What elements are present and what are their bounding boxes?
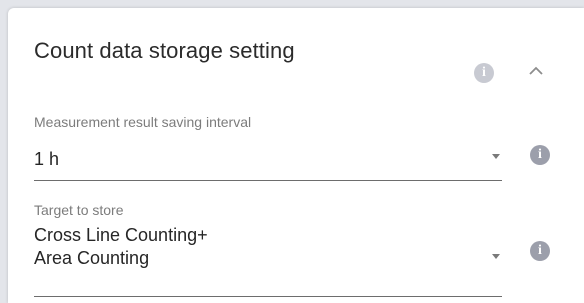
count-data-storage-panel: Count data storage setting i Measurement… — [8, 8, 584, 303]
target-to-store-label: Target to store — [34, 202, 124, 218]
saving-interval-label: Measurement result saving interval — [34, 114, 252, 130]
info-icon[interactable]: i — [530, 241, 550, 261]
saving-interval-select[interactable]: Measurement result saving interval 1 h — [34, 112, 502, 181]
target-to-store-value-line1: Cross Line Counting+ — [34, 225, 208, 245]
target-to-store-select[interactable]: Target to store Cross Line Counting+ Are… — [34, 200, 502, 297]
chevron-up-icon[interactable] — [525, 60, 547, 82]
panel-title: Count data storage setting — [34, 38, 295, 63]
info-icon[interactable]: i — [530, 145, 550, 165]
info-icon[interactable]: i — [474, 63, 494, 83]
saving-interval-value: 1 h — [34, 149, 60, 169]
chevron-down-icon — [492, 154, 500, 159]
target-to-store-value: Cross Line Counting+ Area Counting — [34, 224, 208, 270]
target-to-store-value-line2: Area Counting — [34, 248, 150, 268]
chevron-down-icon — [492, 254, 500, 259]
